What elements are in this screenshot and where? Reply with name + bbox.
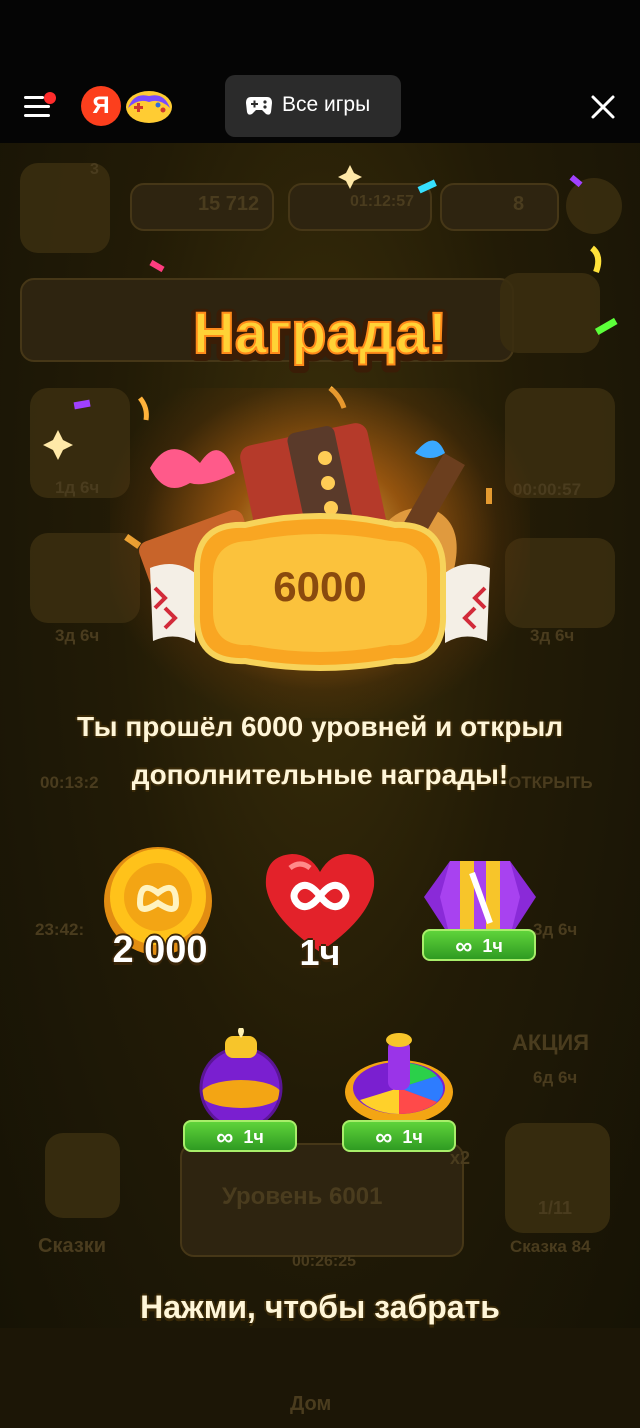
all-games-label: Все игры bbox=[282, 93, 371, 116]
infinity-icon: ∞ bbox=[375, 1124, 393, 1151]
reward-description: Ты прошёл 6000 уровней и открыл дополнит… bbox=[20, 703, 620, 799]
reward-description-line1: Ты прошёл 6000 уровней и открыл bbox=[76, 711, 564, 742]
infinity-icon: ∞ bbox=[216, 1124, 234, 1151]
spinner-booster-icon bbox=[345, 1033, 453, 1124]
reward-item-lives-label: 1ч bbox=[299, 932, 341, 973]
reward-item-spinner: ∞ 1ч bbox=[342, 1028, 457, 1158]
reward-item-spinner-duration: 1ч bbox=[402, 1127, 423, 1147]
infinity-icon: ∞ bbox=[455, 933, 473, 960]
game-canvas[interactable]: 15 712 01:12:57 8 3 1д 6ч 00:00:57 3д 6ч… bbox=[0, 143, 640, 1428]
reward-item-coins: 2 000 bbox=[100, 843, 220, 973]
reward-item-gem: ∞ 1ч bbox=[420, 853, 540, 983]
reward-item-gem-tag: ∞ 1ч bbox=[422, 929, 536, 961]
reward-item-bomb: ∞ 1ч bbox=[183, 1026, 298, 1158]
tap-to-claim-hint[interactable]: Нажми, чтобы забрать bbox=[20, 1289, 620, 1326]
browser-top-bar: Я Все игры bbox=[0, 0, 640, 143]
reward-item-gem-duration: 1ч bbox=[482, 936, 503, 956]
yandex-games-logo-icon[interactable] bbox=[124, 86, 174, 126]
purple-bomb-icon bbox=[199, 1026, 283, 1130]
reward-item-coins-label: 2 000 bbox=[112, 929, 208, 971]
reward-amount: 6000 bbox=[273, 563, 367, 610]
menu-icon[interactable] bbox=[24, 92, 56, 120]
svg-text:Награда!: Награда! bbox=[193, 301, 447, 366]
all-games-button[interactable]: Все игры bbox=[225, 75, 401, 137]
reward-description-line2: дополнительные награды! bbox=[131, 759, 509, 790]
gamepad-icon bbox=[246, 97, 272, 115]
reward-item-lives: 1ч bbox=[260, 848, 380, 978]
reward-item-bomb-tag: ∞ 1ч bbox=[183, 1120, 297, 1152]
reward-item-spinner-tag: ∞ 1ч bbox=[342, 1120, 456, 1152]
reward-title: Награда! Награда! bbox=[187, 297, 453, 374]
close-icon[interactable] bbox=[588, 92, 618, 122]
reward-item-bomb-duration: 1ч bbox=[243, 1127, 264, 1147]
notification-dot bbox=[44, 92, 56, 104]
yandex-logo[interactable]: Я bbox=[81, 86, 121, 126]
